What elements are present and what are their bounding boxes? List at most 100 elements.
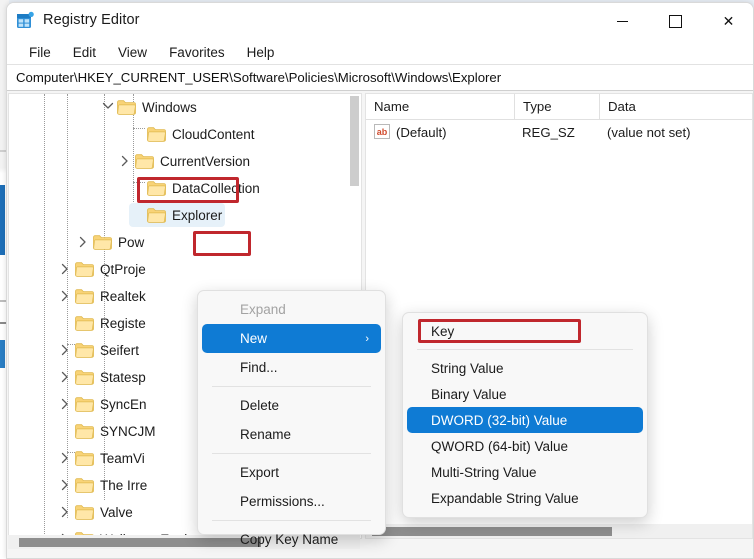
tree-node-spacer [129,126,145,142]
submenu-item-qword-64bit-value[interactable]: QWORD (64-bit) Value [407,433,643,459]
tree-node-label: SyncEn [100,396,147,412]
chevron-right-icon[interactable] [57,288,73,304]
tree-node-spacer [129,180,145,196]
chevron-right-icon[interactable] [117,153,133,169]
tree-node-statesp[interactable]: Statesp [57,364,146,390]
ab-string-value-icon: ab [374,124,390,139]
context-menu-item-expand: Expand [202,295,381,324]
submenu-item-dword-32bit-value[interactable]: DWORD (32-bit) Value [407,407,643,433]
tree-node-currentversion[interactable]: CurrentVersion [117,148,250,174]
context-menu-item-export[interactable]: Export [202,458,381,487]
folder-icon [75,315,94,331]
background-accent-2 [0,340,5,368]
chevron-right-icon[interactable] [57,504,73,520]
context-menu-item-rename[interactable]: Rename [202,420,381,449]
tree-node-realtek[interactable]: Realtek [57,283,146,309]
submenu-item-string-value[interactable]: String Value [407,355,643,381]
chevron-right-icon[interactable] [75,234,91,250]
chevron-right-icon[interactable] [57,450,73,466]
context-menu-item-new-label: New [240,331,268,346]
submenu-item-multi-string-value[interactable]: Multi-String Value [407,459,643,485]
submenu-item-expandable-string-value-label: Expandable String Value [431,490,579,506]
context-menu: Expand New › Find... Delete Rename Expor… [197,290,386,547]
menu-file[interactable]: File [18,42,62,63]
tree-node-label: CurrentVersion [160,153,251,169]
submenu-item-dword-32bit-value-label: DWORD (32-bit) Value [431,412,568,428]
tree-vertical-scrollbar[interactable] [348,94,361,194]
tree-guide-1 [44,94,45,534]
tree-node-valve[interactable]: Valve [57,499,133,525]
menu-view[interactable]: View [107,42,158,63]
maximize-button[interactable] [652,3,699,40]
menu-favorites[interactable]: Favorites [158,42,236,63]
column-header-name[interactable]: Name [366,94,514,119]
svg-text:ab: ab [377,127,388,137]
tree-node-teamvi[interactable]: TeamVi [57,445,145,471]
tree-node-label: Statesp [100,369,146,385]
chevron-right-icon[interactable] [57,369,73,385]
registry-path: Computer\HKEY_CURRENT_USER\Software\Poli… [16,70,502,85]
context-menu-item-delete-label: Delete [240,398,280,413]
address-bar[interactable]: Computer\HKEY_CURRENT_USER\Software\Poli… [7,64,753,91]
submenu-item-qword-64bit-value-label: QWORD (64-bit) Value [431,438,569,454]
context-menu-item-permissions[interactable]: Permissions... [202,487,381,516]
tree-node-the-irre[interactable]: The Irre [57,472,147,498]
tree-node-syncen[interactable]: SyncEn [57,391,147,417]
tree-vertical-scroll-thumb[interactable] [350,96,359,186]
minimize-icon [617,21,628,22]
context-menu-item-copy-key-name[interactable]: Copy Key Name [202,525,381,554]
chevron-right-icon[interactable] [57,477,73,493]
tree-node-registe[interactable]: Registe [57,310,146,336]
background-accent-1 [0,185,5,255]
chevron-right-icon[interactable] [57,342,73,358]
submenu-item-binary-value[interactable]: Binary Value [407,381,643,407]
tree-node-label: Explorer [172,207,223,223]
folder-icon [135,153,154,169]
close-icon: ✕ [722,13,735,30]
tree-node-syncjm[interactable]: SYNCJM [57,418,156,444]
tree-node-datacollection[interactable]: DataCollection [129,175,260,201]
tree-node-label: SYNCJM [100,423,156,439]
context-menu-item-delete[interactable]: Delete [202,391,381,420]
column-header-type[interactable]: Type [514,94,599,119]
maximize-icon [669,15,682,28]
list-horizontal-scrollbar[interactable] [366,524,752,538]
tree-node-explorer[interactable]: Explorer [129,202,225,228]
tree-node-pow[interactable]: Pow [75,229,144,255]
submenu-item-binary-value-label: Binary Value [431,386,507,402]
tree-node-cloudcontent[interactable]: CloudContent [129,121,255,147]
chevron-down-icon[interactable] [99,99,115,115]
tree-node-windows[interactable]: Windows [99,94,197,120]
list-horizontal-scroll-thumb[interactable] [372,527,612,536]
tree-node-seifert[interactable]: Seifert [57,337,139,363]
folder-icon [75,396,94,412]
value-type: REG_SZ [522,124,575,140]
context-menu-separator-1 [212,386,371,387]
close-button[interactable]: ✕ [705,3,752,40]
tree-node-label: The Irre [100,477,148,493]
folder-icon [75,450,94,466]
context-menu-item-find[interactable]: Find... [202,353,381,382]
column-header-data[interactable]: Data [599,94,752,119]
menu-help[interactable]: Help [236,42,286,63]
folder-icon [147,180,166,196]
column-header-data-label: Data [608,99,636,114]
minimize-button[interactable] [599,3,646,40]
submenu-item-key[interactable]: Key [407,318,643,344]
chevron-right-icon[interactable] [57,261,73,277]
chevron-right-icon[interactable] [57,396,73,412]
context-menu-separator-2 [212,453,371,454]
submenu-item-string-value-label: String Value [431,360,504,376]
table-row[interactable]: ab (Default) REG_SZ (value not set) [366,120,752,144]
menu-edit[interactable]: Edit [62,42,107,63]
tree-node-label: QtProje [100,261,146,277]
folder-icon [75,342,94,358]
folder-icon [75,423,94,439]
tree-node-label: Seifert [100,342,140,358]
submenu-separator-1 [417,349,633,350]
folder-icon [147,126,166,142]
context-menu-item-new[interactable]: New › [202,324,381,353]
tree-node-qtproje[interactable]: QtProje [57,256,146,282]
value-data: (value not set) [607,124,691,140]
submenu-item-expandable-string-value[interactable]: Expandable String Value [407,485,643,511]
